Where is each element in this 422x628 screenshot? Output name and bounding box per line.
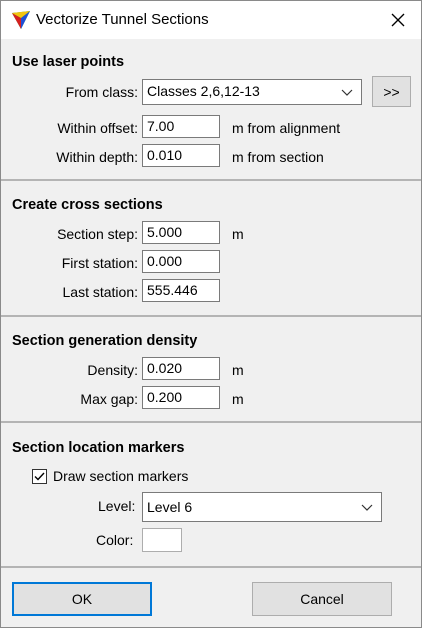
last-station-field[interactable]: 555.446: [142, 279, 220, 302]
vectorize-tunnel-sections-dialog: Vectorize Tunnel Sections Use laser poin…: [0, 0, 422, 628]
max-gap-field[interactable]: 0.200: [142, 386, 220, 409]
within-depth-label: Within depth:: [56, 149, 138, 165]
chevron-down-icon: [361, 504, 373, 511]
from-class-label: From class:: [65, 84, 138, 100]
from-class-value: Classes 2,6,12-13: [147, 83, 260, 99]
section-step-unit: m: [232, 226, 244, 242]
close-button[interactable]: [375, 1, 421, 39]
section-title-laser: Use laser points: [12, 54, 125, 70]
window-title: Vectorize Tunnel Sections: [36, 11, 209, 28]
max-gap-unit: m: [232, 391, 244, 407]
title-bar: Vectorize Tunnel Sections: [1, 1, 421, 39]
markers-section: Section location markers Draw section ma…: [1, 423, 421, 568]
cancel-button[interactable]: Cancel: [252, 582, 392, 616]
level-combo[interactable]: Level 6: [142, 492, 382, 522]
cross-sections-section: Create cross sections Section step: 5.00…: [1, 181, 421, 317]
draw-markers-label: Draw section markers: [53, 468, 189, 484]
draw-markers-checkbox[interactable]: [32, 469, 47, 484]
app-icon: [12, 11, 30, 29]
within-offset-field[interactable]: 7.00: [142, 115, 220, 138]
first-station-label: First station:: [61, 255, 138, 271]
within-offset-label: Within offset:: [57, 120, 138, 136]
level-value: Level 6: [147, 499, 193, 515]
density-field[interactable]: 0.020: [142, 357, 220, 380]
density-unit: m: [232, 362, 244, 378]
level-label: Level:: [98, 498, 136, 514]
from-class-combo[interactable]: Classes 2,6,12-13: [142, 79, 362, 105]
dialog-footer: OK Cancel: [1, 568, 421, 627]
last-station-label: Last station:: [62, 284, 139, 300]
section-title-markers: Section location markers: [12, 440, 185, 456]
color-swatch-button[interactable]: [142, 528, 182, 552]
chevron-down-icon: [341, 89, 353, 96]
density-section: Section generation density Density: 0.02…: [1, 317, 421, 423]
color-label: Color:: [96, 532, 134, 548]
close-icon: [391, 13, 405, 27]
within-depth-unit: m from section: [232, 149, 324, 165]
checkmark-icon: [34, 472, 45, 481]
density-label: Density:: [87, 362, 138, 378]
section-title-cross: Create cross sections: [12, 197, 163, 213]
section-step-label: Section step:: [57, 226, 138, 242]
ok-button[interactable]: OK: [12, 582, 152, 616]
section-step-field[interactable]: 5.000: [142, 221, 220, 244]
section-title-density: Section generation density: [12, 333, 198, 349]
max-gap-label: Max gap:: [80, 391, 138, 407]
laser-points-section: Use laser points From class: Classes 2,6…: [1, 39, 421, 181]
within-depth-field[interactable]: 0.010: [142, 144, 220, 167]
class-picker-button[interactable]: >>: [372, 76, 411, 107]
first-station-field[interactable]: 0.000: [142, 250, 220, 273]
within-offset-unit: m from alignment: [232, 120, 341, 136]
